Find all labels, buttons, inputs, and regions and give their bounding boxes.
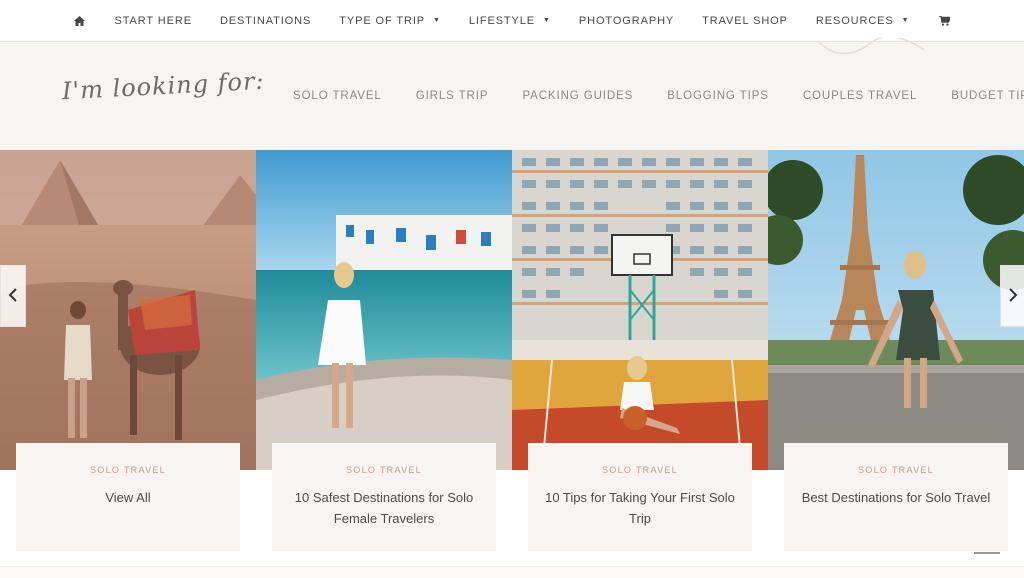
post-info-box: SOLO TRAVEL 10 Safest Destinations for S… (272, 443, 496, 551)
caret-down-icon: ▼ (901, 17, 910, 24)
post-card[interactable]: SOLO TRAVEL View All (0, 150, 256, 577)
looking-for-bar: I'm looking for: SOLO TRAVEL GIRLS TRIP … (0, 38, 1024, 150)
post-image-mykonos[interactable] (256, 150, 512, 470)
link-blogging-tips[interactable]: BLOGGING TIPS (667, 90, 769, 102)
post-category: SOLO TRAVEL (602, 465, 678, 475)
post-card[interactable]: SOLO TRAVEL 10 Tips for Taking Your Firs… (512, 150, 768, 577)
caret-down-icon: ▼ (433, 17, 441, 24)
post-title[interactable]: Best Destinations for Solo Travel (796, 487, 996, 508)
nav-travel-shop[interactable]: TRAVEL SHOP (688, 15, 802, 27)
link-solo-travel[interactable]: SOLO TRAVEL (293, 90, 382, 102)
cart-link[interactable] (924, 14, 966, 28)
main-navigation: START HERE DESTINATIONS TYPE OF TRIP ▼ LI… (0, 0, 1024, 42)
post-title[interactable]: View All (28, 487, 228, 508)
chevron-left-icon (8, 286, 18, 307)
nav-type-of-trip[interactable]: TYPE OF TRIP ▼ (325, 15, 455, 27)
nav-photography[interactable]: PHOTOGRAPHY (565, 15, 688, 27)
nav-start-here[interactable]: START HERE (100, 15, 205, 27)
nav-lifestyle[interactable]: LIFESTYLE ▼ (455, 15, 565, 27)
post-info-box: SOLO TRAVEL Best Destinations for Solo T… (784, 443, 1008, 551)
link-budget-tips[interactable]: BUDGET TIPS (951, 90, 1024, 102)
chevron-right-icon (1008, 286, 1018, 307)
carousel-prev-button[interactable] (0, 265, 26, 327)
decorative-swirl (818, 38, 925, 55)
bottom-divider (0, 566, 1024, 578)
home-icon (72, 14, 86, 28)
post-card[interactable]: SOLO TRAVEL 10 Safest Destinations for S… (256, 150, 512, 577)
looking-for-links: SOLO TRAVEL GIRLS TRIP PACKING GUIDES BL… (276, 90, 1024, 102)
post-info-box: SOLO TRAVEL 10 Tips for Taking Your Firs… (528, 443, 752, 551)
post-carousel: SOLO TRAVEL View All SOLO TRAVEL 10 Safe… (0, 150, 1024, 577)
post-image-egypt[interactable] (0, 150, 256, 470)
post-title[interactable]: 10 Safest Destinations for Solo Female T… (284, 487, 484, 529)
post-card[interactable]: SOLO TRAVEL Best Destinations for Solo T… (768, 150, 1024, 577)
cart-icon (938, 14, 952, 28)
home-link[interactable] (58, 14, 100, 28)
caret-down-icon: ▼ (543, 17, 551, 24)
link-packing-guides[interactable]: PACKING GUIDES (522, 90, 633, 102)
looking-for-heading: I'm looking for: (61, 66, 266, 106)
post-image-eiffel-tower[interactable] (768, 150, 1024, 470)
nav-destinations[interactable]: DESTINATIONS (206, 15, 325, 27)
nav-resources[interactable]: RESOURCES ▼ (802, 15, 924, 27)
post-image-basketball-court[interactable] (512, 150, 768, 470)
post-info-box: SOLO TRAVEL View All (16, 443, 240, 551)
scroll-indicator[interactable] (974, 552, 1000, 554)
link-girls-trip[interactable]: GIRLS TRIP (416, 90, 489, 102)
carousel-next-button[interactable] (1000, 265, 1024, 327)
post-category: SOLO TRAVEL (346, 465, 422, 475)
post-title[interactable]: 10 Tips for Taking Your First Solo Trip (540, 487, 740, 529)
post-category: SOLO TRAVEL (90, 465, 166, 475)
post-category: SOLO TRAVEL (858, 465, 934, 475)
link-couples-travel[interactable]: COUPLES TRAVEL (803, 90, 917, 102)
